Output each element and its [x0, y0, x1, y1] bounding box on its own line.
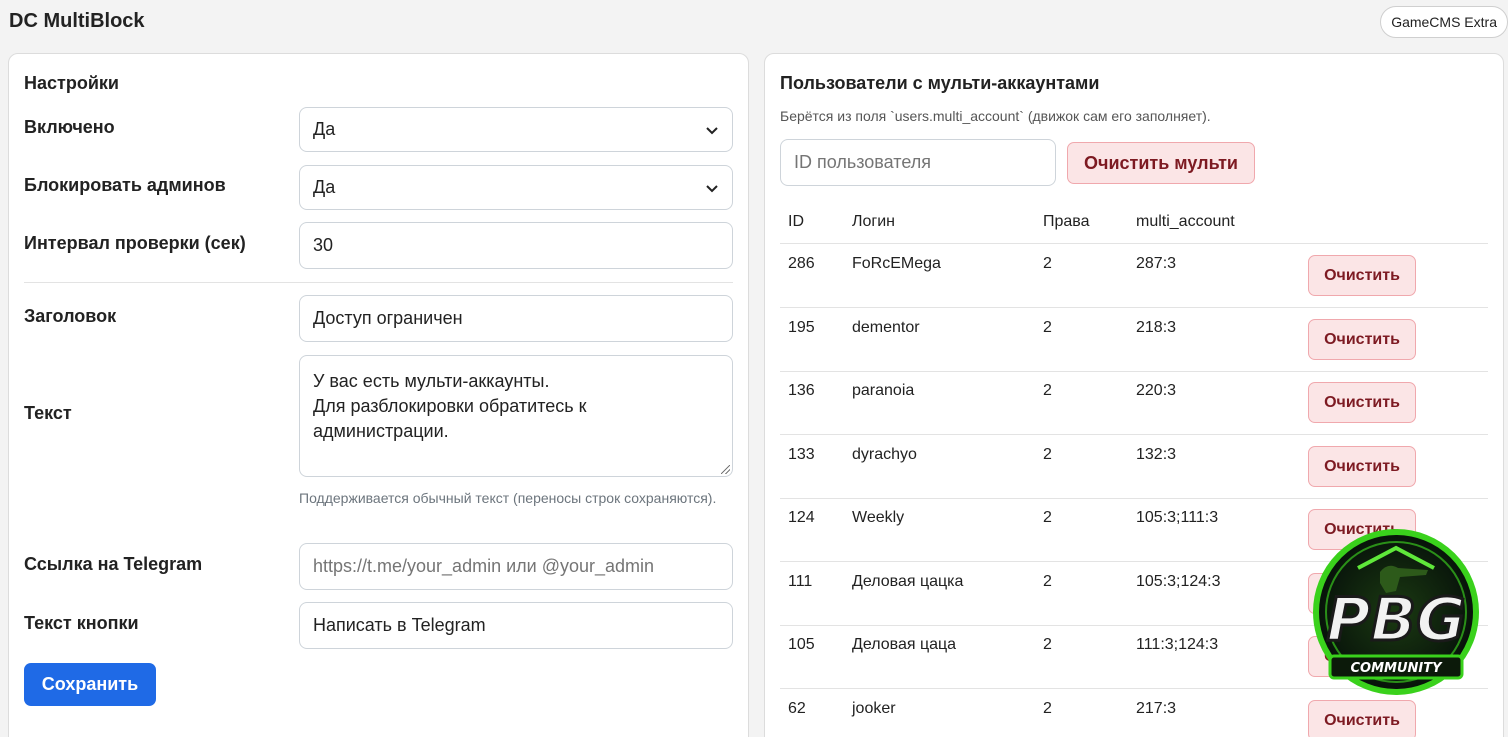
block-admins-label: Блокировать админов: [24, 175, 226, 195]
cell-multi-account: 105:3;111:3: [1136, 509, 1219, 526]
text-textarea[interactable]: У вас есть мульти-аккаунты. Для разблоки…: [299, 355, 733, 477]
heading-value: Доступ ограничен: [313, 308, 463, 328]
block-admins-select[interactable]: Да: [299, 165, 733, 210]
table-header: ID Логин Права multi_account: [780, 204, 1488, 244]
column-header-multi-account: multi_account: [1136, 213, 1235, 230]
resize-handle-icon[interactable]: [721, 465, 730, 474]
cell-login: dyrachyo: [852, 446, 917, 463]
users-title: Пользователи с мульти-аккаунтами: [780, 73, 1100, 93]
table-row: 195 dementor 2 218:3 Очистить: [780, 308, 1488, 372]
heading-input[interactable]: Доступ ограничен: [299, 295, 733, 342]
interval-label: Интервал проверки (сек): [24, 233, 246, 253]
button-text-input[interactable]: Написать в Telegram: [299, 602, 733, 649]
cell-rights: 2: [1043, 573, 1052, 590]
section-divider: [24, 282, 733, 283]
interval-input[interactable]: 30: [299, 222, 733, 269]
cell-login: FoRcEMega: [852, 255, 941, 272]
cell-multi-account: 287:3: [1136, 255, 1177, 272]
cell-login: paranoia: [852, 382, 915, 399]
cell-id: 124: [788, 509, 815, 526]
cell-id: 286: [788, 255, 815, 272]
cell-id: 133: [788, 446, 815, 463]
cell-multi-account: 132:3: [1136, 446, 1177, 463]
cell-rights: 2: [1043, 255, 1052, 272]
column-header-login: Логин: [852, 213, 896, 230]
cell-multi-account: 217:3: [1136, 700, 1177, 717]
block-admins-value: Да: [313, 177, 336, 197]
clear-button[interactable]: Очистить: [1308, 382, 1416, 423]
clear-button[interactable]: Очистить: [1308, 255, 1416, 296]
save-button[interactable]: Сохранить: [24, 663, 156, 706]
cell-rights: 2: [1043, 636, 1052, 653]
clear-multi-button[interactable]: Очистить мульти: [1067, 142, 1255, 184]
cell-login: dementor: [852, 319, 920, 336]
app-title: DC MultiBlock: [9, 10, 145, 32]
button-text-value: Написать в Telegram: [313, 615, 486, 635]
telegram-input[interactable]: https://t.me/your_admin или @your_admin: [299, 543, 733, 590]
cell-id: 111: [788, 573, 813, 590]
cell-multi-account: 218:3: [1136, 319, 1177, 336]
telegram-label: Ссылка на Telegram: [24, 554, 203, 574]
interval-value: 30: [313, 235, 334, 255]
gamecms-extra-badge[interactable]: GameCMS Extra: [1380, 6, 1508, 38]
cell-login: Деловая цаца: [852, 636, 957, 653]
cell-id: 62: [788, 700, 806, 717]
column-header-id: ID: [788, 213, 804, 230]
logo-text: PBG: [1327, 585, 1466, 655]
table-row: 136 paranoia 2 220:3 Очистить: [780, 371, 1488, 435]
text-value: У вас есть мульти-аккаунты. Для разблоки…: [313, 371, 587, 441]
cell-rights: 2: [1043, 700, 1052, 717]
pbg-community-logo: PBG COMMUNITY: [1313, 529, 1479, 695]
cell-rights: 2: [1043, 446, 1052, 463]
cell-login: jooker: [852, 700, 896, 717]
enabled-select[interactable]: Да: [299, 107, 733, 152]
enabled-value: Да: [313, 119, 336, 139]
user-id-input[interactable]: ID пользователя: [780, 139, 1056, 186]
logo-subtext: COMMUNITY: [1350, 661, 1443, 676]
cell-rights: 2: [1043, 509, 1052, 526]
table-row: 286 FoRcEMega 2 287:3 Очистить: [780, 244, 1488, 308]
table-row: 133 dyrachyo 2 132:3 Очистить: [780, 435, 1488, 499]
clear-button[interactable]: Очистить: [1308, 700, 1416, 737]
cell-multi-account: 105:3;124:3: [1136, 573, 1221, 590]
cell-login: Деловая цацка: [852, 573, 964, 590]
cell-login: Weekly: [852, 509, 905, 526]
cell-multi-account: 111:3;124:3: [1136, 636, 1219, 653]
cell-id: 136: [788, 382, 815, 399]
chevron-down-icon: [706, 126, 718, 134]
chevron-down-icon: [706, 184, 718, 192]
cell-rights: 2: [1043, 319, 1052, 336]
clear-button[interactable]: Очистить: [1308, 446, 1416, 487]
users-subtitle: Берётся из поля `users.multi_account` (д…: [780, 108, 1211, 124]
telegram-placeholder: https://t.me/your_admin или @your_admin: [313, 556, 655, 576]
cell-id: 195: [788, 319, 815, 336]
cell-rights: 2: [1043, 382, 1052, 399]
cell-id: 105: [788, 636, 815, 653]
text-hint: Поддерживается обычный текст (переносы с…: [299, 490, 717, 506]
heading-label: Заголовок: [24, 306, 117, 326]
clear-button[interactable]: Очистить: [1308, 319, 1416, 360]
settings-title: Настройки: [24, 73, 119, 93]
button-text-label: Текст кнопки: [24, 613, 139, 633]
enabled-label: Включено: [24, 117, 115, 137]
column-header-rights: Права: [1043, 213, 1090, 230]
cell-multi-account: 220:3: [1136, 382, 1177, 399]
top-bar: DC MultiBlock GameCMS Extra: [0, 0, 1508, 48]
settings-card: Настройки Включено Да Блокировать админо…: [8, 53, 749, 737]
text-label: Текст: [24, 403, 72, 423]
